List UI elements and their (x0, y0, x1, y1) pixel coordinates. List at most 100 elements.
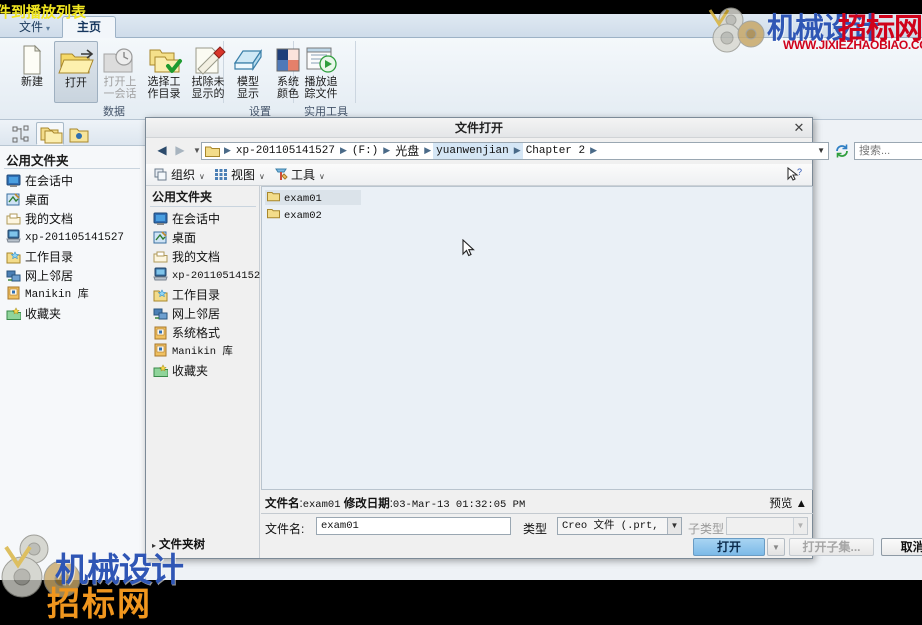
type-select[interactable]: Creo 文件 (.prt, .as ▼ (557, 517, 682, 535)
breadcrumb-item[interactable]: yuanwenjian (433, 143, 512, 159)
close-icon[interactable]: ✕ (791, 120, 807, 136)
sidebar-item-label: 网上邻居 (25, 269, 74, 283)
favorites-folder-icon (69, 128, 89, 143)
ribbon: 数据 新建 打开 打开上 一会话 选择工 作目录 拭除未 显示的 设置 模型 显… (0, 38, 922, 120)
file-list-item[interactable]: exam01 (265, 190, 361, 205)
breadcrumb-item[interactable]: Chapter 2 (523, 143, 588, 159)
tab-home-label: 主页 (76, 20, 101, 34)
dialog-sidebar-item-in-session[interactable]: 在会话中 (153, 210, 220, 229)
ribbon-button-open-last-session-label-2: 一会话 (103, 87, 137, 100)
tools-menu[interactable]: 工具 ∨ (274, 166, 325, 184)
nav-tab-folder-browser[interactable] (36, 122, 64, 145)
divider (150, 206, 256, 207)
back-arrow-icon[interactable]: ◀ (154, 143, 170, 159)
help-pointer-icon[interactable]: ? (786, 166, 804, 183)
navigator-pane-header: 公用文件夹 (6, 154, 69, 168)
dialog-sidebar-item-network[interactable]: 网上邻居 (153, 305, 220, 324)
dialog-command-bar: 组织 ∨ 视图 ∨ 工具 ∨ ? (146, 164, 812, 186)
divider (4, 168, 140, 169)
chevron-down-icon[interactable]: ▼ (817, 143, 825, 159)
erase-icon (186, 43, 230, 77)
organize-menu[interactable]: 组织 ∨ (154, 166, 205, 184)
refresh-icon[interactable] (834, 143, 850, 159)
subtype-select[interactable]: ▼ (726, 517, 808, 535)
dialog-sidebar-item-favorites[interactable]: 收藏夹 (153, 362, 208, 381)
sidebar-item-computer[interactable]: xp-201105141527 (6, 229, 124, 248)
sidebar-item-label: 工作目录 (25, 250, 74, 264)
svg-text:?: ? (797, 167, 802, 177)
subtype-label: 子类型 (688, 522, 725, 536)
file-info-name-key: 文件名 (265, 498, 300, 510)
cancel-button[interactable]: 取消(C) (881, 538, 922, 556)
file-info-bar: 文件名:exam01 修改日期:03-Mar-13 01:32:05 PM 预览… (261, 492, 813, 514)
folder-tree-toggle[interactable]: ▸ 文件夹树 (152, 536, 205, 552)
dialog-sidebar-item-my-documents[interactable]: 我的文档 (153, 248, 220, 267)
sidebar-item-label: Manikin 库 (25, 289, 89, 301)
ribbon-button-erase-not-displayed[interactable]: 拭除未 显示的 (186, 41, 230, 103)
dialog-sidebar-item-label: 系统格式 (172, 326, 221, 340)
sidebar-item-label: 收藏夹 (25, 307, 62, 321)
address-bar-row: ◀ ▶ ▼ ▶ xp-201105141527 ▶ (F:) ▶ 光盘 ▶ yu… (146, 139, 922, 163)
sidebar-item-manikin-library[interactable]: Manikin 库 (6, 286, 89, 305)
dialog-button-row: 打开 ▼ 打开子集... 取消(C) (261, 538, 922, 560)
ribbon-button-model-display-label-1: 模型 (237, 76, 259, 88)
ribbon-button-open[interactable]: 打开 (54, 41, 98, 103)
ribbon-button-model-display[interactable]: 模型 显示 (226, 41, 270, 103)
sidebar-item-network[interactable]: 网上邻居 (6, 267, 73, 286)
file-info-modified-key: 修改日期 (343, 498, 390, 510)
forward-arrow-icon[interactable]: ▶ (172, 143, 188, 159)
folder-icon (267, 208, 280, 219)
search-input[interactable]: 搜索... (854, 142, 922, 160)
open-button[interactable]: 打开 (693, 538, 765, 556)
dialog-sidebar-item-computer[interactable]: xp-201105141527 (153, 267, 267, 286)
tools-label: 工具 (291, 168, 316, 182)
type-select-value: Creo 文件 (.prt, .as (562, 520, 662, 532)
ribbon-button-select-working-dir[interactable]: 选择工 作目录 (142, 41, 186, 103)
dialog-sidebar-item-working-directory[interactable]: 工作目录 (153, 286, 220, 305)
dialog-sidebar-item-system-formats[interactable]: 系统格式 (153, 324, 220, 343)
sidebar-item-label: 桌面 (25, 193, 50, 207)
ribbon-button-open-last-session[interactable]: 打开上 一会话 (98, 41, 142, 103)
file-info-text: 文件名:exam01 修改日期:03-Mar-13 01:32:05 PM (265, 498, 526, 511)
open-dropdown-button[interactable]: ▼ (767, 538, 785, 556)
breadcrumb[interactable]: ▶ xp-201105141527 ▶ (F:) ▶ 光盘 ▶ yuanwenj… (201, 142, 829, 160)
top-black-band (0, 0, 922, 14)
filename-input[interactable]: exam01 (316, 517, 511, 535)
sidebar-item-in-session[interactable]: 在会话中 (6, 172, 73, 191)
dialog-title-bar: 文件打开 ✕ (146, 118, 812, 138)
view-menu[interactable]: 视图 ∨ (214, 166, 265, 184)
ribbon-button-new[interactable]: 新建 (10, 41, 54, 103)
chevron-down-icon[interactable]: ▼ (667, 518, 681, 534)
sidebar-item-my-documents[interactable]: 我的文档 (6, 210, 73, 229)
sidebar-item-desktop[interactable]: 桌面 (6, 191, 49, 210)
chevron-down-icon[interactable]: ▼ (793, 518, 807, 534)
dialog-sidebar-item-desktop[interactable]: 桌面 (153, 229, 196, 248)
ribbon-button-play-trail-file-label-1: 播放追 (304, 76, 338, 88)
preview-toggle[interactable]: 预览 ▲ (769, 495, 807, 511)
library-icon (153, 326, 168, 340)
desktop-icon (153, 231, 168, 245)
view-label: 视图 (231, 168, 256, 182)
library-icon (6, 286, 21, 300)
sidebar-item-working-directory[interactable]: 工作目录 (6, 248, 73, 267)
breadcrumb-item[interactable]: (F:) (349, 143, 381, 159)
file-list[interactable]: exam01 exam02 (261, 186, 813, 490)
file-list-item[interactable]: exam02 (265, 207, 361, 222)
desktop-icon (6, 193, 21, 207)
sidebar-item-favorites[interactable]: 收藏夹 (6, 305, 61, 324)
nav-tab-favorites[interactable] (64, 122, 92, 145)
nav-tab-model-tree[interactable] (6, 122, 34, 145)
breadcrumb-separator: ▶ (224, 145, 231, 155)
breadcrumb-item[interactable]: xp-201105141527 (233, 143, 338, 159)
chevron-down-icon: ∨ (199, 172, 205, 181)
in-session-icon (6, 174, 21, 188)
file-info-name-value: exam01 (302, 499, 341, 511)
breadcrumb-item[interactable]: 光盘 (392, 143, 422, 159)
open-subset-button[interactable]: 打开子集... (789, 538, 874, 556)
file-open-dialog: 文件打开 ✕ ◀ ▶ ▼ ▶ xp-201105141527 ▶ (F:) ▶ … (145, 117, 922, 560)
folder-icon (205, 145, 220, 157)
ribbon-button-play-trail-file[interactable]: 播放追 踪文件 (299, 41, 343, 103)
dialog-sidebar-item-label: 我的文档 (172, 250, 221, 264)
dialog-sidebar-item-manikin-library[interactable]: Manikin 库 (153, 343, 233, 362)
folder-icon (267, 191, 280, 202)
